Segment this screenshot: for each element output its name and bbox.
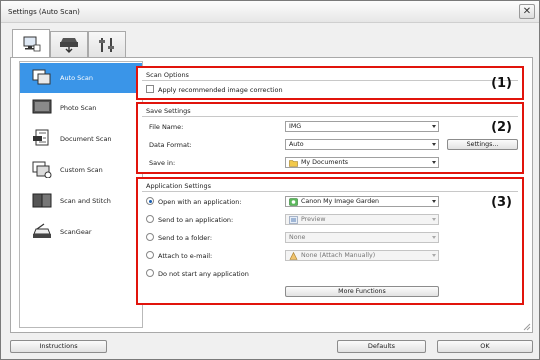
save-in-value: My Documents — [301, 159, 349, 166]
scan-options-group: Scan Options Apply recommended image cor… — [136, 66, 524, 100]
close-icon: ✕ — [522, 6, 532, 17]
resize-grip-icon[interactable] — [521, 321, 531, 331]
preview-app-icon — [289, 216, 298, 224]
photo-scan-icon — [32, 99, 52, 114]
section-number-3: (3) — [491, 195, 512, 210]
scan-options-title: Scan Options — [146, 71, 189, 79]
tab-general-settings[interactable] — [88, 31, 126, 57]
sidebar-item-label: Photo Scan — [60, 104, 97, 112]
do-not-start-label: Do not start any application — [158, 270, 249, 278]
data-format-label: Data Format: — [149, 141, 192, 149]
send-to-application-radio[interactable] — [146, 215, 154, 223]
section-number-2: (2) — [491, 120, 512, 135]
chevron-down-icon — [432, 200, 436, 203]
sidebar-item-photo-scan[interactable]: Photo Scan — [20, 93, 142, 123]
application-settings-group: Application Settings Open with an applic… — [136, 177, 524, 305]
apply-correction-checkbox[interactable] — [146, 85, 154, 93]
chevron-down-icon — [432, 254, 436, 257]
scangear-icon — [33, 223, 51, 238]
scan-mode-list: Auto Scan Photo Scan Document Scan Custo… — [19, 61, 143, 328]
sidebar-item-label: Document Scan — [60, 135, 112, 143]
auto-scan-icon — [32, 69, 51, 85]
save-settings-group: Save Settings File Name: IMG Data Format… — [136, 102, 524, 174]
mail-attachment-icon — [289, 252, 298, 260]
chevron-down-icon — [432, 161, 436, 164]
more-functions-button[interactable]: More Functions — [285, 286, 439, 297]
divider — [142, 191, 518, 192]
folder-icon — [289, 160, 298, 167]
open-with-application-label: Open with an application: — [158, 198, 242, 206]
custom-scan-icon — [32, 161, 52, 178]
scan-and-stitch-icon — [32, 193, 52, 208]
tab-scan-from-operation-panel[interactable] — [50, 31, 88, 57]
scan-from-operation-panel-icon — [60, 37, 78, 53]
attach-to-email-label: Attach to e-mail: — [158, 252, 213, 260]
save-settings-title: Save Settings — [146, 107, 191, 115]
chevron-down-icon — [432, 218, 436, 221]
sidebar-item-scan-and-stitch[interactable]: Scan and Stitch — [20, 186, 142, 216]
sidebar-item-label: Scan and Stitch — [60, 197, 111, 205]
chevron-down-icon — [432, 125, 436, 128]
close-button[interactable]: ✕ — [519, 4, 535, 19]
file-name-field[interactable]: IMG — [285, 121, 439, 132]
sidebar-item-scangear[interactable]: ScanGear — [20, 217, 142, 247]
attach-to-email-radio[interactable] — [146, 251, 154, 259]
sidebar-item-custom-scan[interactable]: Custom Scan — [20, 155, 142, 185]
document-scan-icon — [33, 129, 49, 146]
divider — [142, 80, 518, 81]
scan-from-computer-icon — [23, 36, 41, 51]
chevron-down-icon — [432, 236, 436, 239]
file-name-value: IMG — [289, 123, 302, 130]
tab-scan-from-computer[interactable] — [12, 29, 50, 57]
send-to-application-select[interactable]: Preview — [285, 214, 439, 225]
open-with-application-select[interactable]: Canon My Image Garden — [285, 196, 439, 207]
send-to-folder-label: Send to a folder: — [158, 234, 213, 242]
tab-panel: Auto Scan Photo Scan Document Scan Custo… — [10, 57, 533, 333]
my-image-garden-icon — [289, 198, 298, 206]
sidebar-item-label: Auto Scan — [60, 74, 93, 82]
attach-to-email-select[interactable]: None (Attach Manually) — [285, 250, 439, 261]
sidebar-item-document-scan[interactable]: Document Scan — [20, 124, 142, 154]
divider — [142, 116, 518, 117]
title-bar: Settings (Auto Scan) ✕ — [1, 1, 539, 23]
send-to-application-value: Preview — [301, 216, 326, 223]
save-in-label: Save in: — [149, 159, 176, 167]
open-with-application-value: Canon My Image Garden — [301, 198, 380, 205]
chevron-down-icon — [432, 143, 436, 146]
section-number-1: (1) — [491, 76, 512, 91]
sidebar-item-label: ScanGear — [60, 228, 92, 236]
instructions-button[interactable]: Instructions — [10, 340, 107, 353]
data-format-select[interactable]: Auto — [285, 139, 439, 150]
defaults-button[interactable]: Defaults — [337, 340, 426, 353]
application-settings-title: Application Settings — [146, 182, 212, 190]
attach-to-email-value: None (Attach Manually) — [301, 252, 376, 259]
send-to-application-label: Send to an application: — [158, 216, 234, 224]
data-format-value: Auto — [289, 141, 304, 148]
save-in-select[interactable]: My Documents — [285, 157, 439, 168]
settings-button[interactable]: Settings... — [447, 139, 518, 150]
general-settings-icon — [99, 37, 114, 52]
sidebar-item-label: Custom Scan — [60, 166, 103, 174]
send-to-folder-radio[interactable] — [146, 233, 154, 241]
open-with-application-radio[interactable] — [146, 197, 154, 205]
send-to-folder-select[interactable]: None — [285, 232, 439, 243]
send-to-folder-value: None — [289, 234, 306, 241]
do-not-start-radio[interactable] — [146, 269, 154, 277]
ok-button[interactable]: OK — [437, 340, 533, 353]
apply-correction-label: Apply recommended image correction — [158, 86, 283, 94]
settings-window: Settings (Auto Scan) ✕ Auto Scan Photo S… — [0, 0, 540, 360]
window-title: Settings (Auto Scan) — [8, 8, 80, 16]
file-name-label: File Name: — [149, 123, 184, 131]
sidebar-item-auto-scan[interactable]: Auto Scan — [20, 63, 142, 93]
